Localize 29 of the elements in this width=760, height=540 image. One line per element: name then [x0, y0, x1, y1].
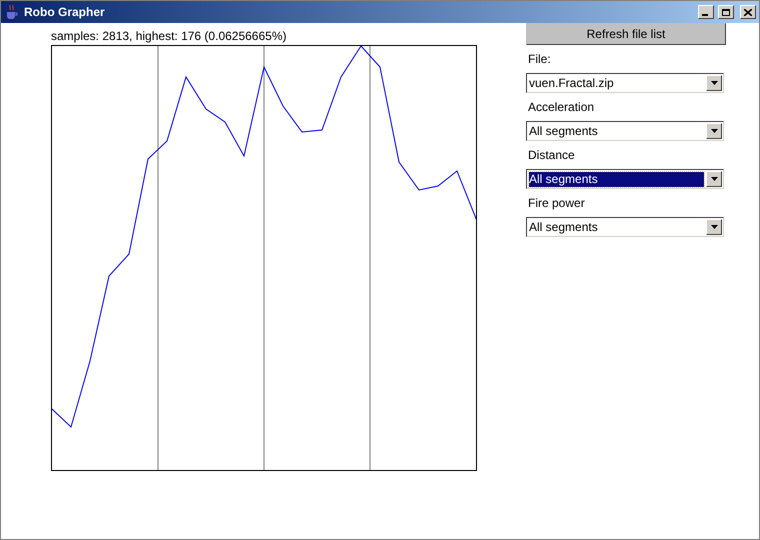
- close-icon: [744, 8, 752, 16]
- graph-caption: samples: 2813, highest: 176 (0.06256665%): [51, 28, 288, 45]
- caret-down-icon: [710, 177, 718, 181]
- field-label: Distance: [527, 147, 576, 164]
- caret-down-icon: [710, 225, 718, 229]
- dropdown[interactable]: All segments: [526, 121, 724, 141]
- dropdown[interactable]: All segments: [526, 217, 724, 237]
- caret-down-icon: [710, 129, 718, 133]
- dropdown-arrow-button[interactable]: [706, 123, 722, 139]
- dropdown-arrow-button[interactable]: [706, 171, 722, 187]
- dropdown[interactable]: All segments: [526, 169, 724, 189]
- dropdown-value: All segments: [529, 220, 599, 234]
- maximize-icon: [722, 8, 730, 16]
- minimize-button[interactable]: [698, 5, 714, 19]
- field-label: Acceleration: [527, 99, 596, 116]
- maximize-button[interactable]: [718, 5, 734, 19]
- dropdown-arrow-button[interactable]: [706, 219, 722, 235]
- window-title: Robo Grapher: [24, 4, 106, 21]
- refresh-button[interactable]: Refresh file list: [526, 23, 726, 45]
- coffee-cup-icon: [4, 4, 20, 20]
- dropdown-arrow-button[interactable]: [706, 75, 722, 91]
- dropdown-value: All segments: [529, 172, 704, 186]
- dropdown[interactable]: vuen.Fractal.zip: [526, 73, 724, 93]
- dropdown-value: vuen.Fractal.zip: [529, 76, 615, 90]
- field-label: Fire power: [527, 195, 586, 212]
- close-button[interactable]: [740, 5, 756, 19]
- caret-down-icon: [710, 81, 718, 85]
- dropdown-value: All segments: [529, 124, 599, 138]
- field-label: File:: [527, 51, 552, 68]
